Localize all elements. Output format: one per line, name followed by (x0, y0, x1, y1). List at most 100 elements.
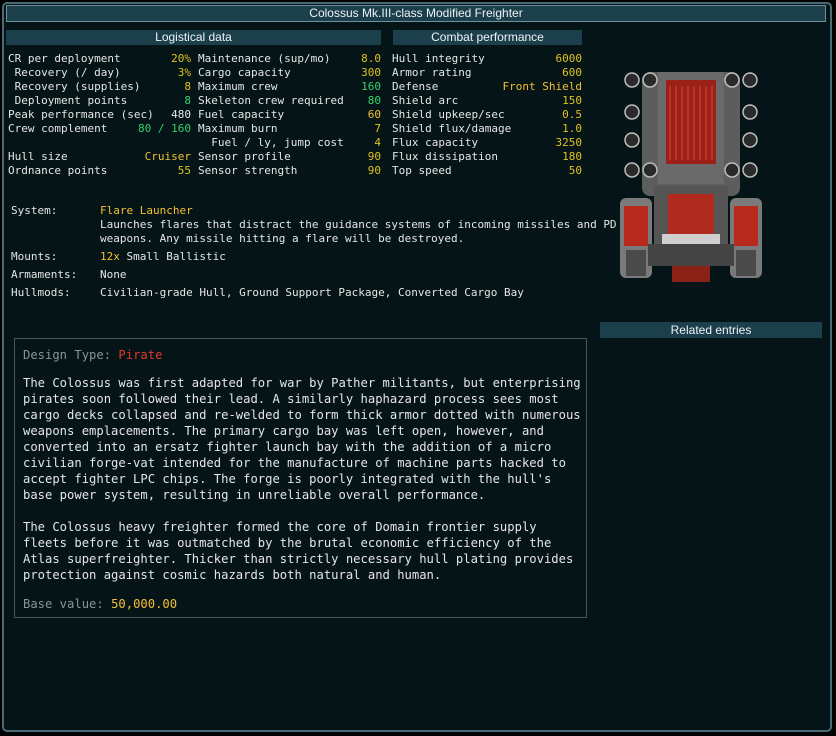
stat-label: Fuel capacity (198, 108, 285, 121)
stat-label: Fuel / ly, jump cost (198, 136, 344, 149)
stat-value: 3% (177, 66, 191, 79)
system-desc-2: weapons. Any missile hitting a flare wil… (100, 232, 465, 245)
design-type-label: Design Type: (23, 348, 112, 362)
stat-value: 90 (367, 150, 381, 163)
stat-value: 1.0 (562, 122, 582, 135)
stat-value: 8 (184, 94, 191, 107)
description-paragraph-1: The Colossus was first adapted for war b… (23, 376, 581, 502)
stat-row: Fuel capacity 60 (198, 108, 381, 122)
logistical-header: Logistical data (6, 30, 381, 45)
stat-value: 8 (184, 80, 191, 93)
stat-value: 480 (171, 108, 191, 121)
stat-row: Top speed 50 (392, 164, 582, 178)
stat-label: Hull size (8, 150, 68, 163)
stat-value: 150 (562, 94, 582, 107)
stat-row: Shield flux/damage 1.0 (392, 122, 582, 136)
stat-row: Ordnance points 55 (8, 164, 191, 178)
stat-label: Armor rating (392, 66, 472, 79)
stat-value: 4 (374, 136, 381, 149)
related-entries-header: Related entries (600, 322, 822, 338)
stat-row: Maximum burn 7 (198, 122, 381, 136)
base-value-line: Base value: 50,000.00 (23, 596, 583, 612)
stat-label: Recovery (/ day) (8, 66, 121, 79)
stat-label: Sensor profile (198, 150, 291, 163)
stat-value: Cruiser (144, 150, 191, 163)
stat-label: Skeleton crew required (198, 94, 344, 107)
stat-label: Ordnance points (8, 164, 108, 177)
stat-label: Defense (392, 80, 439, 93)
stat-value: 60 (367, 108, 381, 121)
stat-row: Shield upkeep/sec 0.5 (392, 108, 582, 122)
stat-label: Flux capacity (392, 136, 479, 149)
stat-value: 7 (374, 122, 381, 135)
stat-row: Armor rating 600 (392, 66, 582, 80)
mounts-type: Small Ballistic (126, 250, 226, 263)
stat-row: Fuel / ly, jump cost 4 (198, 136, 381, 150)
design-type-line: Design Type: Pirate (23, 347, 583, 363)
stat-row: Defense Front Shield (392, 80, 582, 94)
system-name: Flare Launcher (100, 204, 193, 217)
stat-value: 6000 (555, 52, 583, 65)
base-value: 50,000.00 (111, 597, 178, 611)
stat-value: 0.5 (562, 108, 582, 121)
design-type-value: Pirate (118, 348, 163, 362)
stat-value: Front Shield (502, 80, 582, 93)
stat-row: Maintenance (sup/mo) 8.0 (198, 52, 381, 66)
stat-row: Flux capacity 3250 (392, 136, 582, 150)
armaments-value: None (100, 268, 127, 281)
stat-value: 8.0 (361, 52, 381, 65)
stat-value: 300 (361, 66, 381, 79)
stat-value: 600 (562, 66, 582, 79)
stat-row: Recovery (supplies) 8 (8, 80, 191, 94)
mounts-value: 12x Small Ballistic (100, 250, 226, 264)
window-title: Colossus Mk.III-class Modified Freighter (6, 5, 826, 22)
stat-label: Peak performance (sec) (8, 108, 154, 121)
stat-label: Hull integrity (392, 52, 485, 65)
stat-label: Crew complement (8, 122, 108, 135)
stat-value: 20% (171, 52, 191, 65)
stat-row: CR per deployment 20% (8, 52, 191, 66)
stat-label: Sensor strength (198, 164, 298, 177)
stat-value: 55 (177, 164, 191, 177)
stat-value: 80 (367, 94, 381, 107)
stat-value: 50 (568, 164, 582, 177)
stat-label: Shield flux/damage (392, 122, 512, 135)
stat-row: Sensor strength 90 (198, 164, 381, 178)
stat-row: Hull size Cruiser (8, 150, 191, 164)
stat-label: Cargo capacity (198, 66, 291, 79)
stat-row: Shield arc 150 (392, 94, 582, 108)
stat-label: Top speed (392, 164, 452, 177)
system-desc-1: Launches flares that distract the guidan… (100, 218, 617, 231)
stat-row: Recovery (/ day) 3% (8, 66, 191, 80)
stat-row: Peak performance (sec) 480 (8, 108, 191, 122)
stat-label: Deployment points (8, 94, 128, 107)
stat-label: Shield upkeep/sec (392, 108, 505, 121)
stat-value: 80 / 160 (138, 122, 191, 135)
description-paragraph-2: The Colossus heavy freighter formed the … (23, 520, 574, 582)
stat-row: Skeleton crew required 80 (198, 94, 381, 108)
stat-row: Cargo capacity 300 (198, 66, 381, 80)
stat-label: Flux dissipation (392, 150, 498, 163)
stat-value: 180 (562, 150, 582, 163)
stat-value: 90 (367, 164, 381, 177)
stat-row: Sensor profile 90 (198, 150, 381, 164)
description-panel: Design Type: Pirate The Colossus was fir… (14, 338, 587, 618)
stat-row: Deployment points 8 (8, 94, 191, 108)
system-label: System: (11, 204, 58, 217)
armaments-label: Armaments: (11, 268, 78, 281)
mounts-count: 12x (100, 250, 120, 263)
stat-label: Recovery (supplies) (8, 80, 141, 93)
hullmods-label: Hullmods: (11, 286, 71, 299)
base-value-label: Base value: (23, 597, 104, 611)
stat-label: Maximum burn (198, 122, 278, 135)
stat-row: Flux dissipation 180 (392, 150, 582, 164)
stat-value: 3250 (555, 136, 583, 149)
stat-row: Maximum crew 160 (198, 80, 381, 94)
mounts-label: Mounts: (11, 250, 58, 263)
stat-label: CR per deployment (8, 52, 121, 65)
ship-sprite (620, 72, 762, 282)
stat-label: Maintenance (sup/mo) (198, 52, 331, 65)
combat-header: Combat performance (393, 30, 582, 45)
stat-row: Hull integrity 6000 (392, 52, 582, 66)
stat-value: 160 (361, 80, 381, 93)
